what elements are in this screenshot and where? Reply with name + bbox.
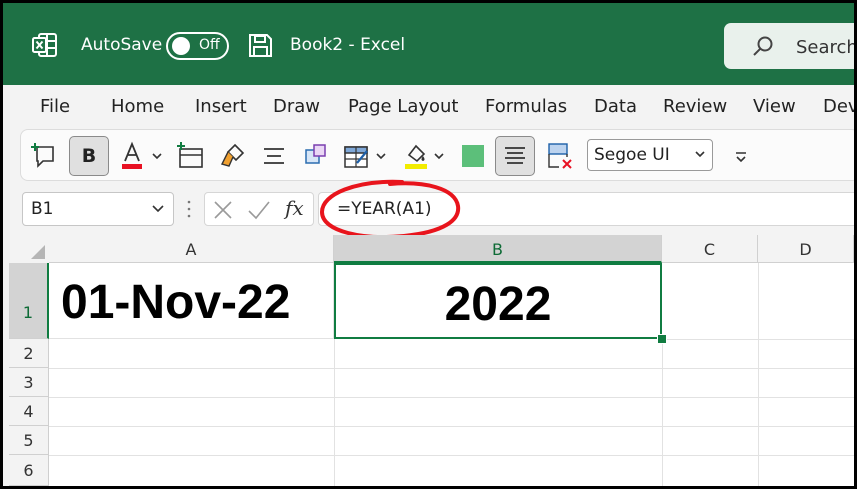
cell-styles-icon[interactable] <box>303 139 329 173</box>
tab-formulas[interactable]: Formulas <box>485 96 567 117</box>
tab-page-layout[interactable]: Page Layout <box>348 96 459 117</box>
format-painter-icon[interactable] <box>219 139 247 173</box>
new-comment-icon[interactable] <box>31 139 57 173</box>
format-table-icon[interactable] <box>343 139 371 173</box>
fill-color-chevron-icon[interactable] <box>433 139 445 173</box>
fill-swatch-icon[interactable] <box>461 139 485 173</box>
spreadsheet-grid: A B C D 1 2 3 4 5 6 01-Nov-22 2022 <box>3 235 854 486</box>
gridline <box>49 455 854 456</box>
gridline <box>49 426 854 427</box>
gridline <box>334 339 335 486</box>
cancel-icon[interactable] <box>213 200 233 220</box>
gridline <box>758 263 759 339</box>
row-header-2[interactable]: 2 <box>9 339 49 368</box>
autosave-toggle[interactable]: Off <box>166 32 229 60</box>
font-name-select[interactable]: Segoe UI <box>587 139 713 171</box>
fill-color-icon[interactable] <box>403 139 429 173</box>
gridline <box>662 339 854 340</box>
font-color-chevron-icon[interactable] <box>151 139 163 173</box>
column-header-d[interactable]: D <box>758 235 854 263</box>
gridline <box>758 339 759 486</box>
tab-review[interactable]: Review <box>663 96 727 117</box>
align-lines-icon <box>505 147 525 164</box>
gridline <box>662 339 663 486</box>
quick-toolbar: B Segoe UI <box>20 129 854 181</box>
toggle-knob <box>172 37 190 55</box>
gridline <box>49 397 854 398</box>
cell-a1[interactable]: 01-Nov-22 <box>49 263 334 339</box>
excel-window: AutoSave Off Book2 - Excel Search File H… <box>0 0 857 489</box>
name-box-value: B1 <box>31 199 54 219</box>
formula-bar: B1 fx =YEAR(A1) <box>3 185 854 235</box>
insert-cells-icon[interactable] <box>176 139 204 173</box>
cell-b1[interactable]: 2022 <box>334 263 662 339</box>
row-header-6[interactable]: 6 <box>9 455 49 486</box>
document-title: Book2 - Excel <box>290 35 406 55</box>
tab-home[interactable]: Home <box>111 96 164 117</box>
tab-data[interactable]: Data <box>594 96 637 117</box>
tab-file[interactable]: File <box>40 96 70 117</box>
bold-button[interactable]: B <box>69 136 109 176</box>
ribbon-tabs: File Home Insert Draw Page Layout Formul… <box>3 85 854 125</box>
name-box[interactable]: B1 <box>22 192 174 226</box>
formula-input[interactable]: =YEAR(A1) <box>318 192 854 226</box>
tab-insert[interactable]: Insert <box>195 96 247 117</box>
row-header-3[interactable]: 3 <box>9 368 49 397</box>
tab-view[interactable]: View <box>753 96 796 117</box>
font-name-value: Segoe UI <box>594 145 670 165</box>
row-header-4[interactable]: 4 <box>9 397 49 426</box>
gridline <box>49 368 854 369</box>
search-box[interactable]: Search <box>724 23 857 69</box>
autosave-state: Off <box>199 37 220 53</box>
insert-function-button[interactable]: fx <box>285 196 304 220</box>
excel-logo-icon <box>32 33 57 57</box>
chevron-down-icon <box>695 151 705 158</box>
clear-formats-icon[interactable] <box>547 139 575 173</box>
search-icon <box>753 36 773 56</box>
align-center-icon[interactable] <box>261 139 287 173</box>
toolbar-area: B Segoe UI <box>3 125 854 185</box>
column-header-b[interactable]: B <box>334 235 662 263</box>
font-color-icon[interactable] <box>121 139 143 173</box>
select-all-triangle-icon <box>31 245 45 259</box>
search-placeholder: Search <box>796 37 857 58</box>
enter-check-icon[interactable] <box>247 200 271 220</box>
center-align-button[interactable] <box>495 136 535 176</box>
row-header-5[interactable]: 5 <box>9 426 49 455</box>
column-header-a[interactable]: A <box>49 235 334 263</box>
select-all-corner[interactable] <box>9 235 49 263</box>
chevron-down-icon <box>152 205 164 213</box>
more-options-icon[interactable] <box>733 139 749 173</box>
title-bar: AutoSave Off Book2 - Excel Search <box>3 3 854 85</box>
row-header-1[interactable]: 1 <box>9 263 49 339</box>
fill-handle[interactable] <box>657 334 667 344</box>
tab-developer[interactable]: Developer <box>823 96 854 117</box>
autosave-label: AutoSave <box>81 35 163 55</box>
tab-draw[interactable]: Draw <box>273 96 320 117</box>
drag-handle-icon[interactable] <box>186 199 192 219</box>
format-table-chevron-icon[interactable] <box>375 139 387 173</box>
save-icon[interactable] <box>248 33 273 58</box>
column-header-c[interactable]: C <box>662 235 758 263</box>
formula-buttons: fx <box>204 192 314 226</box>
